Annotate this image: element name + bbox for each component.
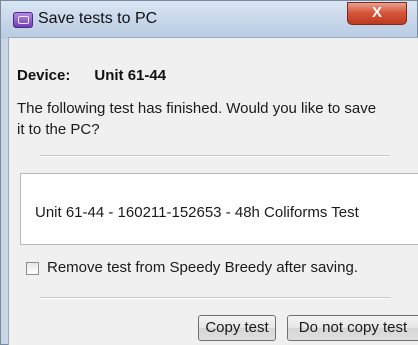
device-value: Unit 61-44 <box>94 67 167 84</box>
message-line-1: The following test has finished. Would y… <box>17 100 377 117</box>
device-label: Device: <box>17 67 71 84</box>
test-list[interactable]: Unit 61-44 - 160211-152653 - 48h Colifor… <box>20 173 418 245</box>
remove-test-checkbox[interactable] <box>26 262 39 275</box>
finished-message: The following test has finished. Would y… <box>17 98 417 140</box>
close-icon: X <box>371 4 382 21</box>
close-button[interactable]: X <box>347 2 407 25</box>
do-not-copy-test-button[interactable]: Do not copy test <box>287 315 418 341</box>
remove-test-checkbox-label[interactable]: Remove test from Speedy Breedy after sav… <box>47 259 358 276</box>
test-list-item[interactable]: Unit 61-44 - 160211-152653 - 48h Colifor… <box>35 204 359 221</box>
window-title: Save tests to PC <box>38 10 158 27</box>
title-bar[interactable]: Save tests to PC X <box>1 1 417 39</box>
copy-test-button[interactable]: Copy test <box>198 315 276 341</box>
app-icon <box>13 12 33 28</box>
separator-top <box>40 155 390 157</box>
separator-bottom <box>40 297 390 299</box>
device-row: Device: Unit 61-44 <box>17 67 166 84</box>
message-line-2: it to the PC? <box>17 121 100 138</box>
